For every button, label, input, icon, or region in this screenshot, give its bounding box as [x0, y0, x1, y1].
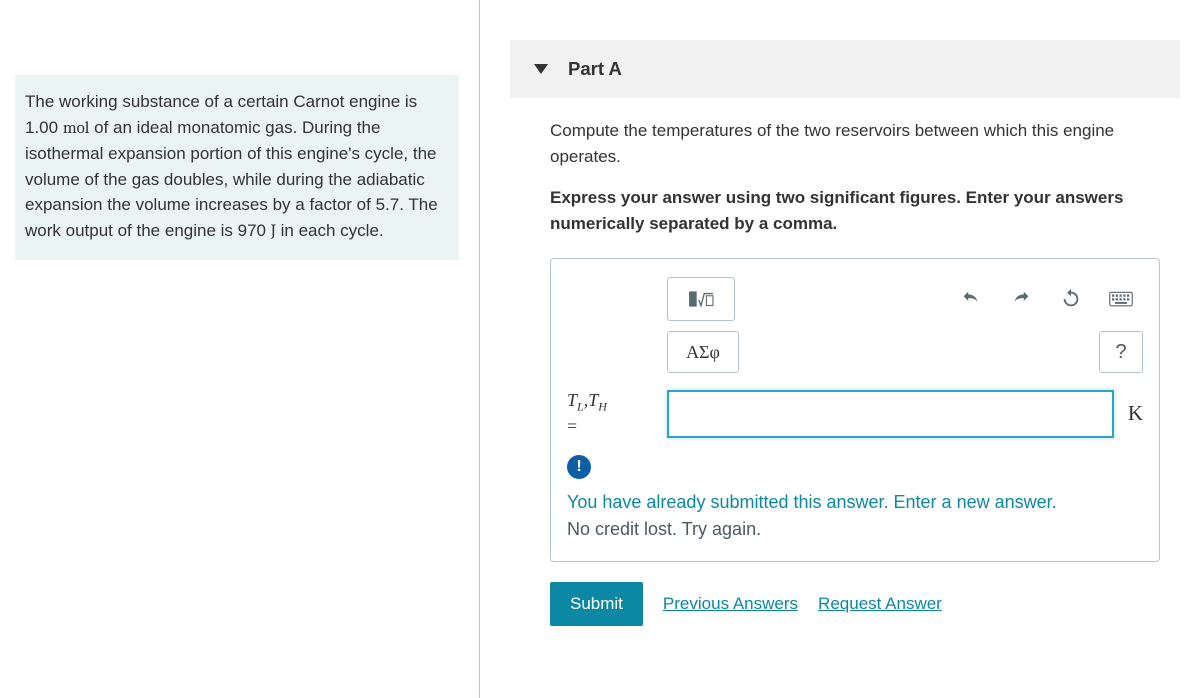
warning-icon: !	[567, 455, 591, 479]
previous-answers-link[interactable]: Previous Answers	[663, 594, 798, 614]
answer-panel: Part A Compute the temperatures of the t…	[480, 0, 1200, 698]
variable-label: TL,TH =	[567, 389, 657, 439]
instruction-text: Express your answer using two significan…	[550, 185, 1160, 236]
feedback-main-text: You have already submitted this answer. …	[567, 489, 1143, 516]
var-sub-H: H	[598, 400, 607, 414]
problem-panel: The working substance of a certain Carno…	[0, 0, 480, 698]
answer-area: ΑΣφ ? TL,TH = K ! You have already submi…	[550, 258, 1160, 562]
feedback-sub-text: No credit lost. Try again.	[567, 516, 1143, 543]
submit-button[interactable]: Submit	[550, 582, 643, 626]
request-answer-link[interactable]: Request Answer	[818, 594, 942, 614]
toolbar-row-1	[667, 277, 1143, 321]
part-body: Compute the temperatures of the two rese…	[550, 118, 1160, 626]
keyboard-icon	[1109, 290, 1133, 308]
problem-text-3: in each cycle.	[276, 221, 384, 240]
feedback-area: ! You have already submitted this answer…	[567, 455, 1143, 543]
part-header[interactable]: Part A	[510, 40, 1180, 98]
reset-icon	[1060, 288, 1082, 310]
question-text: Compute the temperatures of the two rese…	[550, 118, 1160, 169]
greek-symbols-button[interactable]: ΑΣφ	[667, 331, 739, 373]
template-picker-button[interactable]	[667, 277, 735, 321]
equals-sign: =	[567, 416, 577, 436]
reset-button[interactable]	[1049, 277, 1093, 321]
part-label: Part A	[568, 58, 622, 80]
keyboard-button[interactable]	[1099, 277, 1143, 321]
fraction-radical-icon	[688, 286, 714, 312]
toolbar-row-2: ΑΣφ ?	[667, 331, 1143, 373]
unit-label: K	[1128, 401, 1143, 426]
undo-icon	[960, 288, 982, 310]
help-button[interactable]: ?	[1099, 331, 1143, 373]
redo-button[interactable]	[999, 277, 1043, 321]
redo-icon	[1010, 288, 1032, 310]
unit-mol: mol	[63, 119, 90, 138]
var-T2: T	[588, 390, 598, 410]
var-sub-L: L	[577, 400, 584, 414]
problem-statement: The working substance of a certain Carno…	[15, 75, 459, 260]
chevron-down-icon	[534, 64, 548, 74]
input-row: TL,TH = K	[567, 389, 1143, 439]
undo-button[interactable]	[949, 277, 993, 321]
action-row: Submit Previous Answers Request Answer	[550, 582, 1160, 626]
var-T1: T	[567, 390, 577, 410]
answer-input[interactable]	[667, 390, 1114, 438]
